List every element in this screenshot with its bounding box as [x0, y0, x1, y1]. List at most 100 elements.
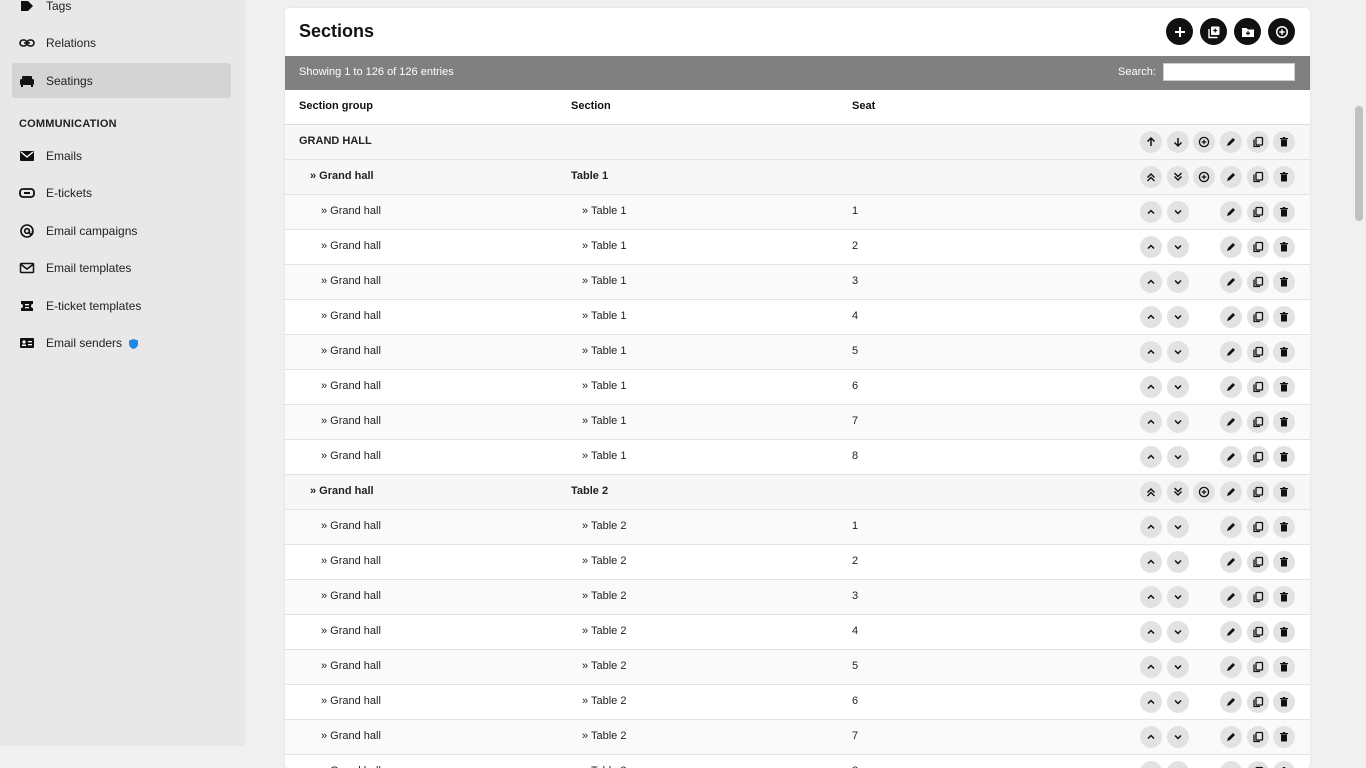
column-header-section[interactable]: Section — [571, 100, 611, 112]
sidebar-item-relations[interactable]: Relations — [12, 25, 231, 60]
edit-button[interactable] — [1220, 131, 1242, 153]
duplicate-button[interactable] — [1247, 551, 1269, 573]
duplicate-button[interactable] — [1247, 586, 1269, 608]
duplicate-button[interactable] — [1247, 411, 1269, 433]
edit-button[interactable] — [1220, 481, 1242, 503]
move-up-button[interactable] — [1140, 481, 1162, 503]
sidebar-item-e-ticket-templates[interactable]: E-ticket templates — [12, 288, 231, 323]
duplicate-button[interactable] — [1247, 446, 1269, 468]
edit-button[interactable] — [1220, 516, 1242, 538]
page-scrollbar[interactable] — [1352, 0, 1366, 746]
move-up-button[interactable] — [1140, 446, 1162, 468]
move-down-button[interactable] — [1167, 201, 1189, 223]
delete-button[interactable] — [1273, 236, 1295, 258]
edit-button[interactable] — [1220, 726, 1242, 748]
delete-button[interactable] — [1273, 516, 1295, 538]
move-down-button[interactable] — [1167, 726, 1189, 748]
sidebar-item-email-templates[interactable]: Email templates — [12, 250, 231, 285]
delete-button[interactable] — [1273, 166, 1295, 188]
move-down-button[interactable] — [1167, 656, 1189, 678]
move-down-button[interactable] — [1167, 516, 1189, 538]
duplicate-button[interactable] — [1247, 481, 1269, 503]
delete-button[interactable] — [1273, 551, 1295, 573]
duplicate-button[interactable] — [1247, 691, 1269, 713]
search-input[interactable] — [1163, 63, 1295, 81]
edit-button[interactable] — [1220, 761, 1242, 768]
duplicate-button[interactable] — [1247, 761, 1269, 768]
edit-button[interactable] — [1220, 586, 1242, 608]
column-header-seat[interactable]: Seat — [852, 100, 875, 112]
move-up-button[interactable] — [1140, 306, 1162, 328]
move-down-button[interactable] — [1167, 481, 1189, 503]
move-down-button[interactable] — [1167, 551, 1189, 573]
add-circle-button[interactable] — [1268, 18, 1295, 45]
edit-button[interactable] — [1220, 236, 1242, 258]
move-down-button[interactable] — [1167, 131, 1189, 153]
delete-button[interactable] — [1273, 341, 1295, 363]
duplicate-button[interactable] — [1247, 341, 1269, 363]
move-up-button[interactable] — [1140, 201, 1162, 223]
move-up-button[interactable] — [1140, 236, 1162, 258]
add-section-button[interactable] — [1166, 18, 1193, 45]
duplicate-button[interactable] — [1247, 656, 1269, 678]
move-down-button[interactable] — [1167, 271, 1189, 293]
delete-button[interactable] — [1273, 656, 1295, 678]
edit-button[interactable] — [1220, 341, 1242, 363]
edit-button[interactable] — [1220, 166, 1242, 188]
sidebar-item-e-tickets[interactable]: E-tickets — [12, 175, 231, 210]
edit-button[interactable] — [1220, 411, 1242, 433]
move-up-button[interactable] — [1140, 621, 1162, 643]
duplicate-button[interactable] — [1247, 726, 1269, 748]
duplicate-button[interactable] — [1247, 236, 1269, 258]
duplicate-button[interactable] — [1247, 376, 1269, 398]
column-header-section-group[interactable]: Section group — [299, 100, 373, 112]
delete-button[interactable] — [1273, 306, 1295, 328]
delete-button[interactable] — [1273, 481, 1295, 503]
move-down-button[interactable] — [1167, 341, 1189, 363]
move-up-button[interactable] — [1140, 411, 1162, 433]
delete-button[interactable] — [1273, 271, 1295, 293]
move-down-button[interactable] — [1167, 236, 1189, 258]
delete-button[interactable] — [1273, 621, 1295, 643]
add-child-button[interactable] — [1193, 131, 1215, 153]
edit-button[interactable] — [1220, 201, 1242, 223]
move-up-button[interactable] — [1140, 516, 1162, 538]
delete-button[interactable] — [1273, 131, 1295, 153]
sidebar-item-tags[interactable]: Tags — [12, 0, 231, 23]
edit-button[interactable] — [1220, 271, 1242, 293]
sidebar-item-email-campaigns[interactable]: Email campaigns — [12, 213, 231, 248]
move-up-button[interactable] — [1140, 131, 1162, 153]
edit-button[interactable] — [1220, 306, 1242, 328]
edit-button[interactable] — [1220, 656, 1242, 678]
add-child-button[interactable] — [1193, 481, 1215, 503]
move-down-button[interactable] — [1167, 306, 1189, 328]
move-up-button[interactable] — [1140, 586, 1162, 608]
duplicate-button[interactable] — [1247, 306, 1269, 328]
duplicate-button[interactable] — [1247, 166, 1269, 188]
move-up-button[interactable] — [1140, 271, 1162, 293]
edit-button[interactable] — [1220, 376, 1242, 398]
scrollbar-thumb[interactable] — [1355, 106, 1363, 221]
sidebar-item-seatings[interactable]: Seatings — [12, 63, 231, 98]
move-up-button[interactable] — [1140, 726, 1162, 748]
copy-stack-button[interactable] — [1200, 18, 1227, 45]
move-down-button[interactable] — [1167, 691, 1189, 713]
delete-button[interactable] — [1273, 761, 1295, 768]
move-up-button[interactable] — [1140, 166, 1162, 188]
move-down-button[interactable] — [1167, 761, 1189, 768]
delete-button[interactable] — [1273, 726, 1295, 748]
move-up-button[interactable] — [1140, 341, 1162, 363]
delete-button[interactable] — [1273, 201, 1295, 223]
sidebar-item-emails[interactable]: Emails — [12, 138, 231, 173]
move-up-button[interactable] — [1140, 691, 1162, 713]
sidebar-item-email-senders[interactable]: Email senders — [12, 325, 231, 360]
move-down-button[interactable] — [1167, 621, 1189, 643]
move-up-button[interactable] — [1140, 376, 1162, 398]
move-down-button[interactable] — [1167, 411, 1189, 433]
delete-button[interactable] — [1273, 586, 1295, 608]
duplicate-button[interactable] — [1247, 516, 1269, 538]
move-down-button[interactable] — [1167, 586, 1189, 608]
move-up-button[interactable] — [1140, 761, 1162, 768]
add-child-button[interactable] — [1193, 166, 1215, 188]
edit-button[interactable] — [1220, 446, 1242, 468]
